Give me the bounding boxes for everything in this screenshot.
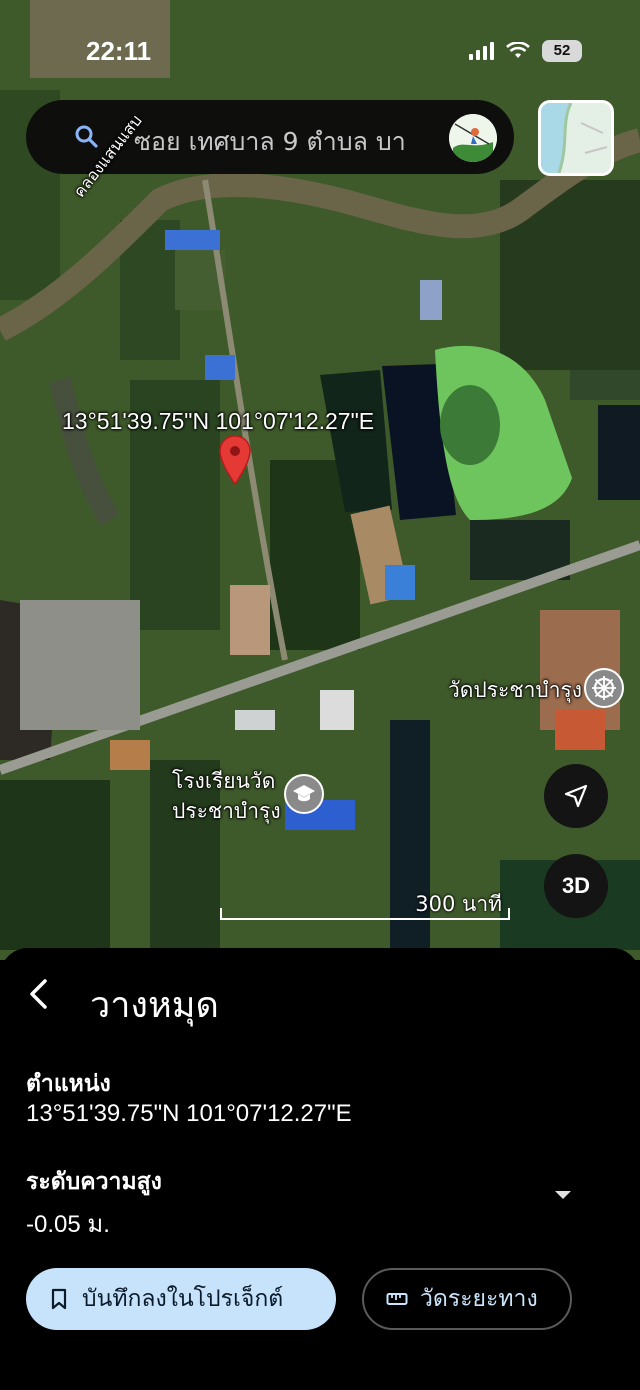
navigation-arrow-icon <box>564 784 588 808</box>
school-label-line1: โรงเรียนวัด <box>172 769 276 793</box>
location-value: 13°51'39.75"N 101°07'12.27"E <box>26 1100 352 1127</box>
elevation-label: ระดับความสูง <box>26 1169 162 1195</box>
cellular-signal-icon <box>469 42 494 60</box>
save-to-project-button[interactable]: บันทึกลงในโปรเจ็กต์ <box>26 1268 336 1330</box>
measure-button-label: วัดระยะทาง <box>420 1286 538 1312</box>
battery-indicator: 52 <box>542 40 582 62</box>
temple-label[interactable]: วัดประชาบำรุง <box>448 674 582 707</box>
pin-coordinates-label: 13°51'39.75"N 101°07'12.27"E <box>62 408 375 434</box>
satellite-map[interactable]: 22:11 52 ซอย เทศบาล 9 ตำบล บา คลองแสนแสบ… <box>0 0 640 960</box>
scale-bar <box>220 908 510 920</box>
back-chevron-icon <box>30 979 47 1009</box>
bookmark-icon <box>51 1288 67 1310</box>
status-icons: 52 <box>469 40 582 62</box>
avatar-icon <box>449 114 497 162</box>
school-label[interactable]: โรงเรียนวัด ประชาบำรุง <box>172 766 281 826</box>
graduation-cap-glyph <box>293 785 315 802</box>
dharma-wheel-glyph <box>592 676 616 700</box>
my-location-button[interactable] <box>544 764 608 828</box>
back-button[interactable] <box>20 974 56 1014</box>
pin-details-sheet: วางหมุด ตำแหน่ง 13°51'39.75"N 101°07'12.… <box>0 948 640 1390</box>
school-label-line2: ประชาบำรุง <box>172 799 281 823</box>
map-layer-preview <box>541 103 611 173</box>
ruler-icon <box>386 1293 408 1305</box>
location-label: ตำแหน่ง <box>26 1071 111 1097</box>
dharma-wheel-icon[interactable] <box>584 668 624 708</box>
wifi-icon <box>506 42 530 58</box>
save-button-label: บันทึกลงในโปรเจ็กต์ <box>82 1286 284 1312</box>
map-scale: 300 นาที <box>220 884 510 920</box>
school-icon[interactable] <box>284 774 324 814</box>
measure-distance-button[interactable]: วัดระยะทาง <box>362 1268 572 1330</box>
search-input[interactable]: ซอย เทศบาล 9 ตำบล บา <box>134 122 462 162</box>
elevation-value: -0.05 ม. <box>26 1211 110 1238</box>
search-icon <box>75 125 98 148</box>
map-pin-icon[interactable] <box>218 434 252 486</box>
status-time: 22:11 <box>86 36 152 66</box>
3d-toggle-button[interactable]: 3D <box>544 854 608 918</box>
status-bar: 22:11 52 <box>0 0 640 100</box>
avatar[interactable] <box>449 114 497 162</box>
sheet-title: วางหมุด <box>90 985 219 1026</box>
map-layer-thumbnail[interactable] <box>538 100 614 176</box>
expand-chevron-icon[interactable] <box>554 1190 572 1200</box>
